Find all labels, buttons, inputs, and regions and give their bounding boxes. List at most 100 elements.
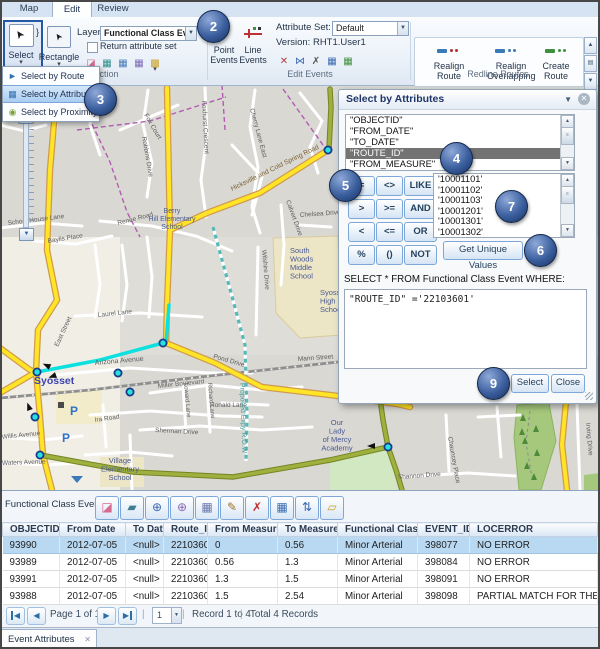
operator-button-<=[interactable]: <= [376,222,403,242]
table-cell[interactable]: 2012-07-05 [60,588,126,605]
operator-button->[interactable]: > [348,199,375,219]
scroll-thumb[interactable]: ≡ [561,127,574,145]
table-cell[interactable]: <null> [126,571,164,588]
field-item[interactable]: "FROM_DATE" [346,126,574,137]
table-cell[interactable]: NO ERROR [470,554,598,571]
table-row[interactable]: 939882012-07-05<null>221036011.52.54Mino… [3,588,598,605]
clear-selection-button[interactable]: ◪ [95,496,119,520]
table-cell[interactable]: 2012-07-05 [60,537,126,554]
column-header-functional-class[interactable]: Functional Class [338,523,418,537]
export-button[interactable]: ▱ [320,496,344,520]
table-cell[interactable]: 2.54 [278,588,338,605]
table-cell[interactable]: 1.5 [208,588,278,605]
pan-to-selection-button[interactable]: ⊕ [170,496,194,520]
table-cell[interactable]: 1.3 [278,554,338,571]
table-cell[interactable]: Minor Arterial [338,537,418,554]
tab-review[interactable]: Review [92,1,134,16]
chevron-down-icon[interactable]: ▼ [564,95,572,104]
table-cell[interactable]: 22103601 [164,571,208,588]
get-unique-values-button[interactable]: Get Unique Values [443,241,523,260]
next-page-button[interactable]: ▶ [97,607,116,625]
layer-combobox[interactable]: Functional Class Event ▼ [100,26,197,41]
table-cell[interactable]: <null> [126,554,164,571]
close-icon[interactable]: ✕ [84,630,91,649]
attribute-set-combobox[interactable]: Default ▼ [332,21,409,36]
query-textbox[interactable]: "ROUTE_ID" ='22103601' [344,289,587,369]
values-scrollbar[interactable]: ▲ ≡ ▼ [560,174,574,237]
chevron-down-icon[interactable]: ▼ [171,608,181,623]
event-grid-icon[interactable]: ▦ [325,55,339,68]
show-selection-button[interactable]: ▰ [120,496,144,520]
route-vertex-marker[interactable] [31,413,38,420]
chevron-down-icon[interactable]: ▼ [397,22,408,35]
table-cell[interactable]: Minor Arterial [338,588,418,605]
scroll-down-icon[interactable]: ▼ [561,224,574,237]
column-header-from-date[interactable]: From Date [60,523,126,537]
table-cell[interactable]: 0 [208,537,278,554]
table-cell[interactable]: 1.5 [278,571,338,588]
route-vertex-marker[interactable] [324,146,331,153]
tab-event-attributes[interactable]: Event Attributes ✕ [1,629,97,649]
operator-button-()[interactable]: () [376,245,403,265]
table-cell[interactable]: 398077 [418,537,470,554]
return-attribute-set-checkbox[interactable] [87,42,98,53]
trim-event-icon[interactable]: ✗ [309,55,323,68]
map-zoom-slider[interactable]: ▼ [18,112,34,242]
table-cell[interactable]: 0.56 [278,537,338,554]
table-cell[interactable]: PARTIAL MATCH FOR THE TO- [470,588,598,605]
line-events-button[interactable]: Line Events [234,45,272,65]
select-tool-icon[interactable]: ➤ } [9,24,34,47]
previous-page-button[interactable]: ◀ [27,607,46,625]
scroll-thumb[interactable]: ≡ [561,186,574,204]
create-route-button[interactable]: Create Route [537,61,575,81]
value-item[interactable]: '10001302' [434,227,574,238]
menu-item-select-by-route[interactable]: ►Select by Route [3,67,99,85]
table-cell[interactable]: 22103601 [164,537,208,554]
table-cell[interactable]: 1.3 [208,571,278,588]
table-row[interactable]: 939892012-07-05<null>221036010.561.3Mino… [3,554,598,571]
first-page-button[interactable]: ◀ [6,607,25,625]
scroll-up-icon[interactable]: ▲ [584,37,597,54]
table-cell[interactable]: 93988 [3,588,60,605]
scroll-thumb-icon[interactable]: ▤ [584,55,597,72]
table-cell[interactable]: Minor Arterial [338,554,418,571]
ribbon-scroll-widget[interactable]: ▲ ▤ ▼ [584,37,597,85]
resize-grip[interactable] [585,392,593,400]
table-row[interactable]: 939912012-07-05<null>221036011.31.5Minor… [3,571,598,588]
page-number-combobox[interactable]: 1 ▼ [152,607,182,624]
route-vertex-marker[interactable] [159,339,166,346]
close-dialog-button[interactable]: Close [551,374,585,393]
tab-map[interactable]: Map [8,1,50,16]
route-vertex-marker[interactable] [36,451,43,458]
dialog-titlebar[interactable]: Select by Attributes ▼ ✕ [339,90,596,110]
table-cell[interactable]: 93991 [3,571,60,588]
operator-button-<[interactable]: < [348,222,375,242]
table-cell[interactable]: 0.56 [208,554,278,571]
table-cell[interactable]: 2012-07-05 [60,571,126,588]
split-event-icon[interactable]: ✕ [277,55,291,68]
event-table-icon[interactable]: ▦ [341,55,355,68]
save-edits-button[interactable]: ▦ [195,496,219,520]
delete-selected-button[interactable]: ✗ [245,496,269,520]
table-cell[interactable]: 398084 [418,554,470,571]
field-item[interactable]: "OBJECTID" [346,115,574,126]
rectangle-tool-icon[interactable]: ➤ [47,26,71,48]
table-cell[interactable]: <null> [126,537,164,554]
chevron-down-icon[interactable]: ▼ [185,27,196,40]
column-header-event_id[interactable]: EVENT_ID [418,523,470,537]
route-vertex-marker[interactable] [126,388,133,395]
table-row[interactable]: 939902012-07-05<null>2210360100.56Minor … [3,537,598,554]
table-cell[interactable]: Minor Arterial [338,571,418,588]
fields-scrollbar[interactable]: ▲ ≡ ▼ [560,115,574,170]
close-icon[interactable]: ✕ [578,93,590,105]
value-item[interactable]: '10001101' [434,174,574,185]
column-header-to-measure[interactable]: To Measure [278,523,338,537]
table-cell[interactable]: 398091 [418,571,470,588]
operator-button-NOT[interactable]: NOT [404,245,437,265]
operator-button-<>[interactable]: <> [376,176,403,196]
selection-more-caret[interactable]: ▾ [148,67,162,73]
table-cell[interactable]: NO ERROR [470,537,598,554]
zoom-to-selection-button[interactable]: ⊕ [145,496,169,520]
zoom-out-button[interactable]: ▼ [19,228,34,241]
edit-attributes-button[interactable]: ✎ [220,496,244,520]
